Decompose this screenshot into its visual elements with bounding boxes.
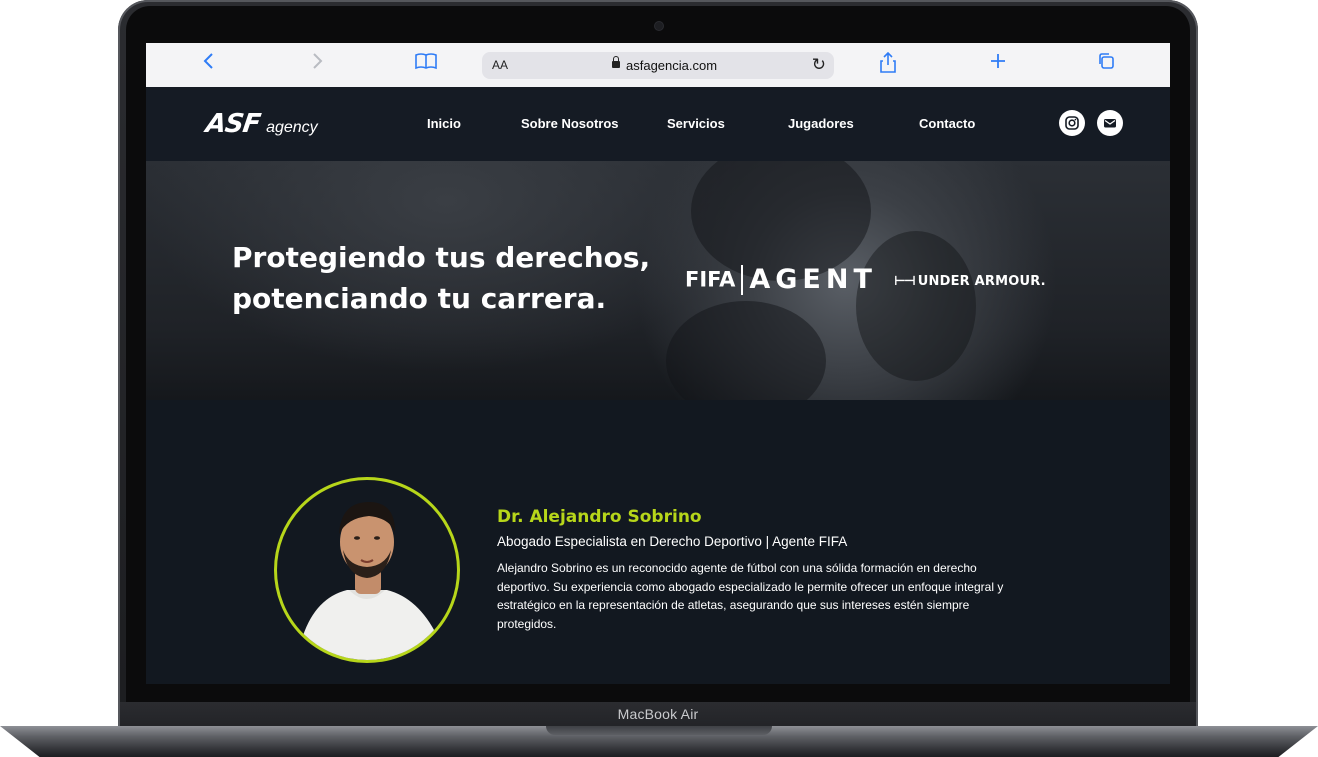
screen: AA asfagencia.com ↻ ASF agency Inicio So… <box>146 43 1170 684</box>
fifa-agent-logo: FIFA AGENT <box>685 264 877 295</box>
nav-jugadores[interactable]: Jugadores <box>788 116 854 131</box>
profile-name: Dr. Alejandro Sobrino <box>497 507 702 527</box>
site-nav: ASF agency Inicio Sobre Nosotros Servici… <box>146 87 1170 161</box>
url-text[interactable]: asfagencia.com <box>626 58 717 73</box>
mail-icon[interactable] <box>1097 110 1123 136</box>
share-icon[interactable] <box>874 51 902 76</box>
hero-ball-shadow <box>691 161 871 281</box>
tabs-icon[interactable] <box>1092 52 1120 76</box>
base-notch <box>546 726 772 735</box>
lock-icon <box>612 56 620 68</box>
camera <box>655 22 663 30</box>
logo-word: agency <box>266 119 318 136</box>
nav-sobre-nosotros[interactable]: Sobre Nosotros <box>521 116 619 131</box>
back-icon[interactable] <box>194 52 222 76</box>
bookmarks-icon[interactable] <box>412 52 440 76</box>
nav-contacto[interactable]: Contacto <box>919 116 975 131</box>
nav-servicios[interactable]: Servicios <box>667 116 725 131</box>
under-armour-text: UNDER ARMOUR. <box>917 274 1046 289</box>
hero-title-line1: Protegiendo tus derechos, <box>232 241 651 274</box>
fifa-text: FIFA <box>685 267 736 292</box>
fifa-divider <box>741 264 744 295</box>
laptop-chin: MacBook Air <box>120 702 1196 728</box>
agent-text: AGENT <box>749 264 877 295</box>
under-armour-logo: ⊢⊣ UNDER ARMOUR. <box>894 274 1046 289</box>
profile-section: Dr. Alejandro Sobrino Abogado Especialis… <box>146 400 1170 684</box>
new-tab-icon[interactable] <box>984 52 1012 76</box>
instagram-icon[interactable] <box>1059 110 1085 136</box>
hero-title: Protegiendo tus derechos, potenciando tu… <box>232 237 650 319</box>
profile-bio: Alejandro Sobrino es un reconocido agent… <box>497 561 1004 631</box>
logo-mark: ASF <box>203 109 262 139</box>
reader-button[interactable]: AA <box>492 58 508 72</box>
nav-inicio[interactable]: Inicio <box>427 116 461 131</box>
forward-icon[interactable] <box>304 52 332 76</box>
device-label: MacBook Air <box>617 706 699 722</box>
hero-banner: Protegiendo tus derechos, potenciando tu… <box>146 161 1170 400</box>
under-armour-icon: ⊢⊣ <box>894 274 916 289</box>
site-logo[interactable]: ASF agency <box>203 109 318 139</box>
hero-ball-shadow <box>856 231 976 381</box>
profile-role: Abogado Especialista en Derecho Deportiv… <box>497 534 848 549</box>
reload-icon[interactable]: ↻ <box>812 55 826 75</box>
hero-ball-shadow <box>666 301 826 400</box>
address-bar[interactable]: AA asfagencia.com ↻ <box>482 52 834 79</box>
safari-toolbar: AA asfagencia.com ↻ <box>146 43 1170 88</box>
hero-title-line2: potenciando tu carrera. <box>232 282 607 315</box>
profile-avatar <box>274 477 460 663</box>
